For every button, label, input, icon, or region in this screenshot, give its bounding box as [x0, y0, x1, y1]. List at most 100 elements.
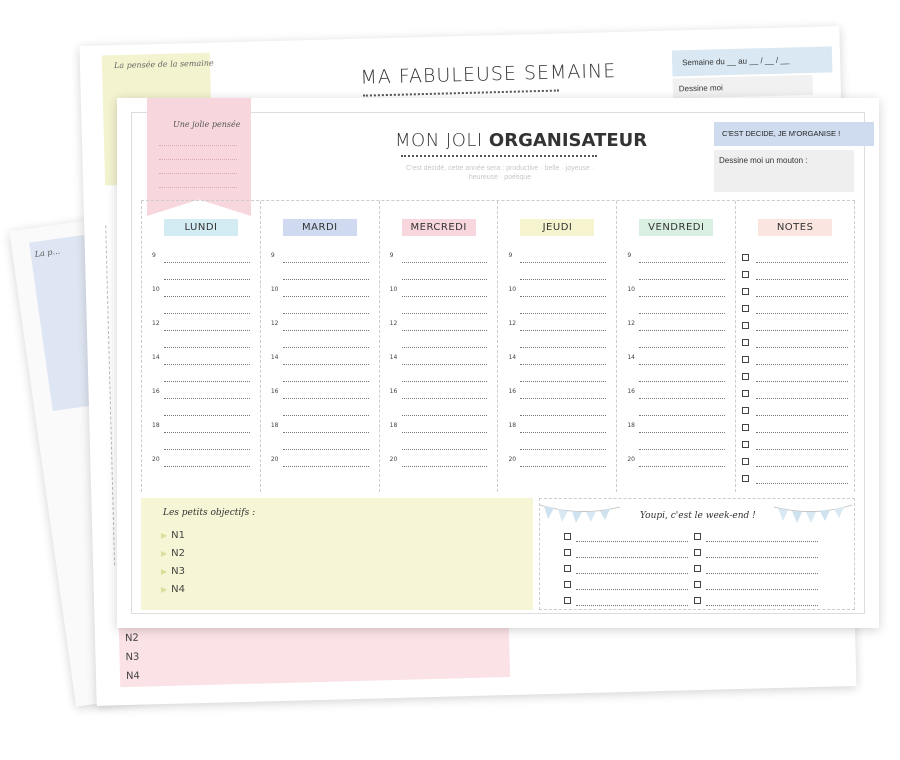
- hour-line: [282, 432, 369, 433]
- note-row: [742, 453, 848, 470]
- hour-line: [401, 381, 488, 382]
- hour-number: 16: [152, 388, 160, 395]
- hour-row: [271, 436, 369, 453]
- hour-row: 16: [508, 385, 607, 402]
- checkbox-icon: [742, 373, 750, 380]
- hour-line: [164, 398, 250, 399]
- hour-row: [508, 266, 607, 283]
- hour-line: [520, 262, 607, 263]
- hour-number: 12: [627, 320, 635, 327]
- checkbox-icon: [742, 322, 750, 329]
- weekend-line: [706, 605, 818, 606]
- hour-number: 20: [270, 456, 279, 463]
- hour-number: 20: [389, 456, 398, 463]
- hour-row: [508, 402, 607, 419]
- hour-line: [401, 330, 488, 331]
- note-row: [742, 300, 848, 317]
- note-line: [756, 466, 848, 467]
- title-rule: [401, 155, 597, 157]
- hour-line: [164, 364, 250, 365]
- hour-row: 20: [508, 453, 607, 470]
- day-label: LUNDI: [164, 219, 238, 236]
- hour-number: 14: [270, 354, 279, 361]
- hour-line: [401, 449, 488, 450]
- hour-row: 14: [271, 351, 369, 368]
- checkbox-icon: [742, 305, 750, 312]
- hour-row: [271, 334, 369, 351]
- weekend-title: Youpi, c'est le week-end !: [640, 511, 756, 521]
- weekend-line: [576, 557, 688, 558]
- hour-row: [627, 334, 726, 351]
- hour-row: 20: [152, 453, 250, 470]
- hour-row: [152, 368, 250, 385]
- hour-line: [401, 279, 488, 280]
- hour-row: 16: [627, 385, 726, 402]
- note-line: [756, 432, 848, 433]
- checkbox-icon: [742, 254, 750, 261]
- hour-row: [627, 402, 726, 419]
- page-subtitle: C'est décidé, cette année sera : product…: [405, 165, 595, 181]
- hour-line: [639, 415, 726, 416]
- hour-line: [520, 313, 607, 314]
- hour-number: 20: [508, 456, 517, 463]
- day-column: VENDREDI 9 10 12 14 16 18 20: [616, 201, 735, 492]
- hour-number: 18: [152, 422, 160, 429]
- hour-row: [508, 334, 607, 351]
- hour-line: [401, 398, 488, 399]
- hour-row: 18: [508, 419, 607, 436]
- hour-line: [282, 279, 369, 280]
- hour-number: 10: [389, 286, 398, 293]
- hour-line: [401, 296, 488, 297]
- hour-number: 14: [508, 354, 517, 361]
- checkbox-icon: [742, 390, 750, 397]
- day-label: VENDREDI: [639, 219, 714, 236]
- bunting-right-icon: [774, 504, 852, 523]
- hour-number: 16: [389, 388, 398, 395]
- hour-row: [627, 436, 726, 453]
- hour-row: 12: [390, 317, 488, 334]
- hour-number: 16: [270, 388, 279, 395]
- hour-line: [164, 296, 250, 297]
- hour-row: 14: [508, 351, 607, 368]
- hour-row: 10: [152, 283, 250, 300]
- hour-number: 12: [508, 320, 517, 327]
- hour-number: 12: [389, 320, 398, 327]
- note-row: [742, 385, 848, 402]
- hour-line: [520, 330, 607, 331]
- hour-line: [639, 330, 726, 331]
- weekend-line: [706, 557, 818, 558]
- hour-row: [508, 436, 607, 453]
- hour-number: 12: [270, 320, 279, 327]
- middle-sheet-dessine-label: Dessine moi: [672, 74, 814, 99]
- note-line: [756, 398, 848, 399]
- hour-row: 9: [152, 249, 250, 266]
- hour-number: 10: [508, 286, 517, 293]
- hour-line: [520, 296, 607, 297]
- note-line: [756, 364, 848, 365]
- hour-line: [164, 466, 250, 467]
- hour-row: 12: [627, 317, 726, 334]
- hour-row: 14: [627, 351, 726, 368]
- hour-line: [401, 347, 488, 348]
- hour-line: [639, 279, 726, 280]
- note-row: [742, 419, 848, 436]
- hour-line: [401, 364, 488, 365]
- checkbox-icon: [694, 597, 701, 604]
- hour-line: [282, 466, 369, 467]
- objectives-panel: Les petits objectifs : ▶ N1 ▶ N2 ▶ N3 ▶ N4: [141, 498, 533, 610]
- checkbox-icon: [742, 407, 750, 414]
- hour-line: [520, 347, 607, 348]
- weekend-line: [576, 573, 688, 574]
- note-line: [756, 262, 848, 263]
- weekend-row: [694, 577, 818, 593]
- hour-number: 10: [627, 286, 635, 293]
- hour-row: [627, 300, 726, 317]
- checkbox-icon: [742, 288, 750, 295]
- hour-row: [508, 368, 607, 385]
- day-label: MARDI: [282, 219, 357, 236]
- hour-line: [164, 262, 250, 263]
- decide-banner: C'EST DECIDE, JE M'ORGANISE !: [714, 122, 874, 146]
- weekend-line: [706, 541, 818, 542]
- checkbox-icon: [564, 549, 571, 556]
- hour-number: 18: [270, 422, 279, 429]
